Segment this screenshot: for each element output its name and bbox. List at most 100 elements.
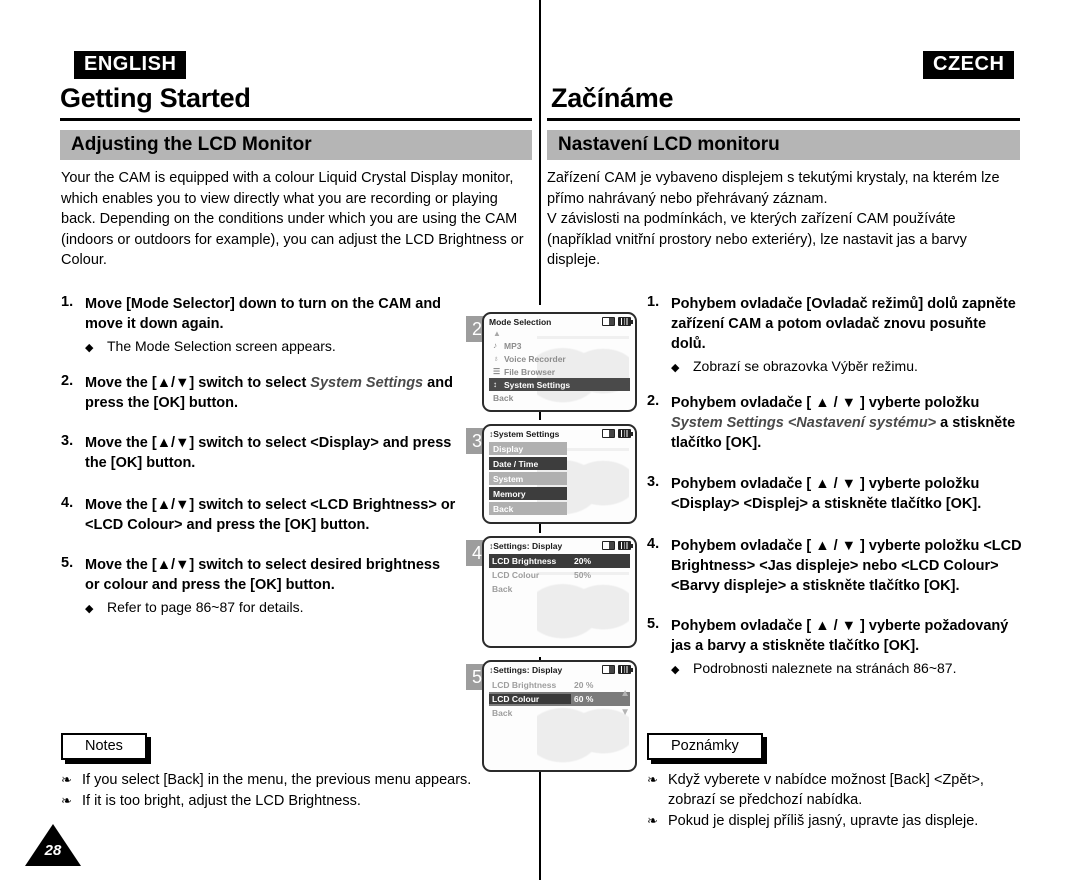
lcd-setting-back[interactable]: Back bbox=[489, 706, 630, 720]
step-text-italic: System Settings <Nastavení systému> bbox=[671, 415, 937, 431]
notes-list-english: ❧ If you select [Back] in the menu, the … bbox=[61, 770, 521, 812]
step-number: 2. bbox=[647, 393, 660, 409]
lcd-settings-list: LCD Brightness 20% LCD Colour 50% Back bbox=[484, 553, 635, 596]
steps-list-english: 1. Move [Mode Selector] down to turn on … bbox=[61, 294, 456, 634]
step-item: 5. Pohybem ovladače [ ▲ / ▼ ] vyberte po… bbox=[647, 616, 1022, 680]
lcd-screen: ↕ Settings: Display LCD Brightness 20% L… bbox=[482, 536, 637, 648]
diamond-bullet-icon: ◆ bbox=[671, 362, 680, 374]
page-number-badge: 28 bbox=[25, 824, 81, 866]
step-text: Move the [▲/▼] switch to select <LCD Bri… bbox=[85, 497, 456, 533]
battery-icon bbox=[618, 429, 633, 438]
step-item: 3. Pohybem ovladače [ ▲ / ▼ ] vyberte po… bbox=[647, 474, 1022, 514]
setting-label: LCD Brightness bbox=[492, 556, 557, 566]
memory-card-icon bbox=[602, 317, 615, 326]
step-text: Move the [▲/▼] switch to select <Display… bbox=[85, 435, 452, 471]
lcd-mock-2: 2 Mode Selection ▲ ♪ MP3 ♁ Voice Recorde… bbox=[466, 312, 637, 412]
notes-list-czech: ❧ Když vyberete v nabídce možnost [Back]… bbox=[647, 770, 1027, 832]
step-text: Move [Mode Selector] down to turn on the… bbox=[85, 296, 442, 332]
lcd-menu-item-date-time[interactable]: Date / Time bbox=[489, 457, 567, 470]
setting-label: Back bbox=[492, 584, 513, 594]
lcd-menu-item-back[interactable]: Back bbox=[489, 502, 567, 515]
step-number: 1. bbox=[61, 294, 74, 310]
intro-paragraph-english: Your the CAM is equipped with a colour L… bbox=[61, 170, 524, 268]
step-subnote-text: Zobrazí se obrazovka Výběr režimu. bbox=[693, 358, 918, 374]
notes-label-english: Notes bbox=[61, 733, 147, 760]
lcd-menu-item-label: System bbox=[493, 473, 524, 484]
setting-value: 50% bbox=[574, 570, 592, 580]
step-item: 2. Pohybem ovladače [ ▲ / ▼ ] vyberte po… bbox=[647, 393, 1022, 453]
lcd-setting-lcd-colour[interactable]: LCD Colour 60 % bbox=[489, 692, 630, 706]
language-tag-english: ENGLISH bbox=[74, 51, 187, 79]
note-item: ❧ If you select [Back] in the menu, the … bbox=[61, 770, 521, 790]
step-item: 2. Move the [▲/▼] switch to select Syste… bbox=[61, 373, 456, 413]
lcd-header: ↕ Settings: Display bbox=[484, 662, 635, 677]
step-text: Pohybem ovladače [ ▲ / ▼ ] vyberte polož… bbox=[671, 393, 1022, 453]
step-text-before: Pohybem ovladače [ ▲ / ▼ ] vyberte polož… bbox=[671, 395, 980, 411]
lcd-menu-item-file-browser[interactable]: ☰ File Browser bbox=[489, 365, 630, 378]
settings-icon: ↕ bbox=[493, 380, 497, 389]
memory-card-icon bbox=[602, 541, 615, 550]
chapter-title-czech: Začínáme bbox=[551, 83, 674, 113]
lcd-menu-item-mp3[interactable]: ♪ MP3 bbox=[489, 339, 630, 352]
lcd-setting-lcd-brightness[interactable]: LCD Brightness 20% bbox=[489, 554, 630, 568]
lcd-menu-item-label: Back bbox=[493, 392, 514, 403]
clover-bullet-icon: ❧ bbox=[61, 772, 72, 787]
value-stepper-arrows[interactable]: ▲ ▼ bbox=[620, 689, 630, 718]
memory-card-icon bbox=[602, 429, 615, 438]
lcd-menu-list: ▲ ♪ MP3 ♁ Voice Recorder ☰ File Browser bbox=[484, 329, 635, 404]
lcd-menu-item-label: File Browser bbox=[504, 366, 556, 377]
lcd-header-title: Settings: Display bbox=[493, 540, 563, 551]
lcd-status-icons bbox=[602, 665, 633, 674]
lcd-setting-back[interactable]: Back bbox=[489, 582, 630, 596]
step-number: 1. bbox=[647, 294, 660, 310]
manual-page: ENGLISH Getting Started Adjusting the LC… bbox=[0, 0, 1080, 880]
step-subnote-text: The Mode Selection screen appears. bbox=[107, 338, 336, 354]
step-item: 3. Move the [▲/▼] switch to select <Disp… bbox=[61, 433, 456, 473]
lcd-mock-5: 5 ↕ Settings: Display LCD Brightness 20 … bbox=[466, 660, 637, 772]
lcd-menu-item-system[interactable]: System bbox=[489, 472, 567, 485]
step-text: Move the [▲/▼] switch to select desired … bbox=[85, 557, 441, 593]
arrow-up-icon[interactable]: ▲ bbox=[620, 689, 630, 699]
lcd-screen-illustrations: 2 Mode Selection ▲ ♪ MP3 ♁ Voice Recorde… bbox=[466, 312, 637, 784]
step-text: Pohybem ovladače [ ▲ / ▼ ] vyberte požad… bbox=[671, 618, 1009, 654]
lcd-setting-lcd-colour[interactable]: LCD Colour 50% bbox=[489, 568, 630, 582]
file-icon: ☰ bbox=[493, 367, 501, 376]
step-number: 5. bbox=[647, 616, 660, 632]
step-number: 2. bbox=[61, 373, 74, 389]
lcd-status-icons bbox=[602, 541, 633, 550]
music-note-icon: ♪ bbox=[493, 341, 497, 350]
title-rule-left bbox=[60, 118, 532, 121]
setting-value: 20% bbox=[574, 556, 592, 566]
lcd-header: ↕ System Settings bbox=[484, 426, 635, 441]
step-subnote: ◆ Podrobnosti naleznete na stránách 86~8… bbox=[671, 659, 1022, 680]
clover-bullet-icon: ❧ bbox=[61, 793, 72, 808]
lcd-status-icons bbox=[602, 317, 633, 326]
step-number: 4. bbox=[61, 495, 74, 511]
lcd-menu-item-back[interactable]: Back bbox=[489, 391, 630, 404]
step-text-before: Move the [▲/▼] switch to select bbox=[85, 375, 311, 391]
step-item: 5. Move the [▲/▼] switch to select desir… bbox=[61, 555, 456, 619]
lcd-menu-item-display[interactable]: Display bbox=[489, 442, 567, 455]
note-item: ❧ Když vyberete v nabídce možnost [Back]… bbox=[647, 770, 1027, 810]
lcd-mock-4: 4 ↕ Settings: Display LCD Brightness 20% bbox=[466, 536, 637, 648]
step-subnote-text: Podrobnosti naleznete na stránách 86~87. bbox=[693, 660, 957, 676]
lcd-mock-3: 3 ↕ System Settings Display Date / Time … bbox=[466, 424, 637, 524]
lcd-header-title: System Settings bbox=[493, 428, 560, 439]
lcd-header-title: Settings: Display bbox=[493, 664, 563, 675]
lcd-menu-item-system-settings[interactable]: ↕ System Settings bbox=[489, 378, 630, 391]
arrow-down-icon[interactable]: ▼ bbox=[620, 708, 630, 718]
lcd-menu-item-voice-recorder[interactable]: ♁ Voice Recorder bbox=[489, 352, 630, 365]
lcd-menu-item-label: Back bbox=[493, 503, 514, 514]
lcd-status-icons bbox=[602, 429, 633, 438]
lcd-menu-item-memory[interactable]: Memory bbox=[489, 487, 567, 500]
battery-icon bbox=[618, 317, 633, 326]
step-subnote-text: Refer to page 86~87 for details. bbox=[107, 599, 304, 615]
memory-card-icon bbox=[602, 665, 615, 674]
diamond-bullet-icon: ◆ bbox=[671, 664, 680, 676]
step-number: 3. bbox=[61, 433, 74, 449]
title-rule-right bbox=[547, 118, 1020, 121]
step-subnote: ◆ The Mode Selection screen appears. bbox=[85, 337, 456, 358]
setting-label: LCD Brightness bbox=[492, 680, 557, 690]
lcd-setting-lcd-brightness[interactable]: LCD Brightness 20 % bbox=[489, 678, 630, 692]
lcd-header: ↕ Settings: Display bbox=[484, 538, 635, 553]
